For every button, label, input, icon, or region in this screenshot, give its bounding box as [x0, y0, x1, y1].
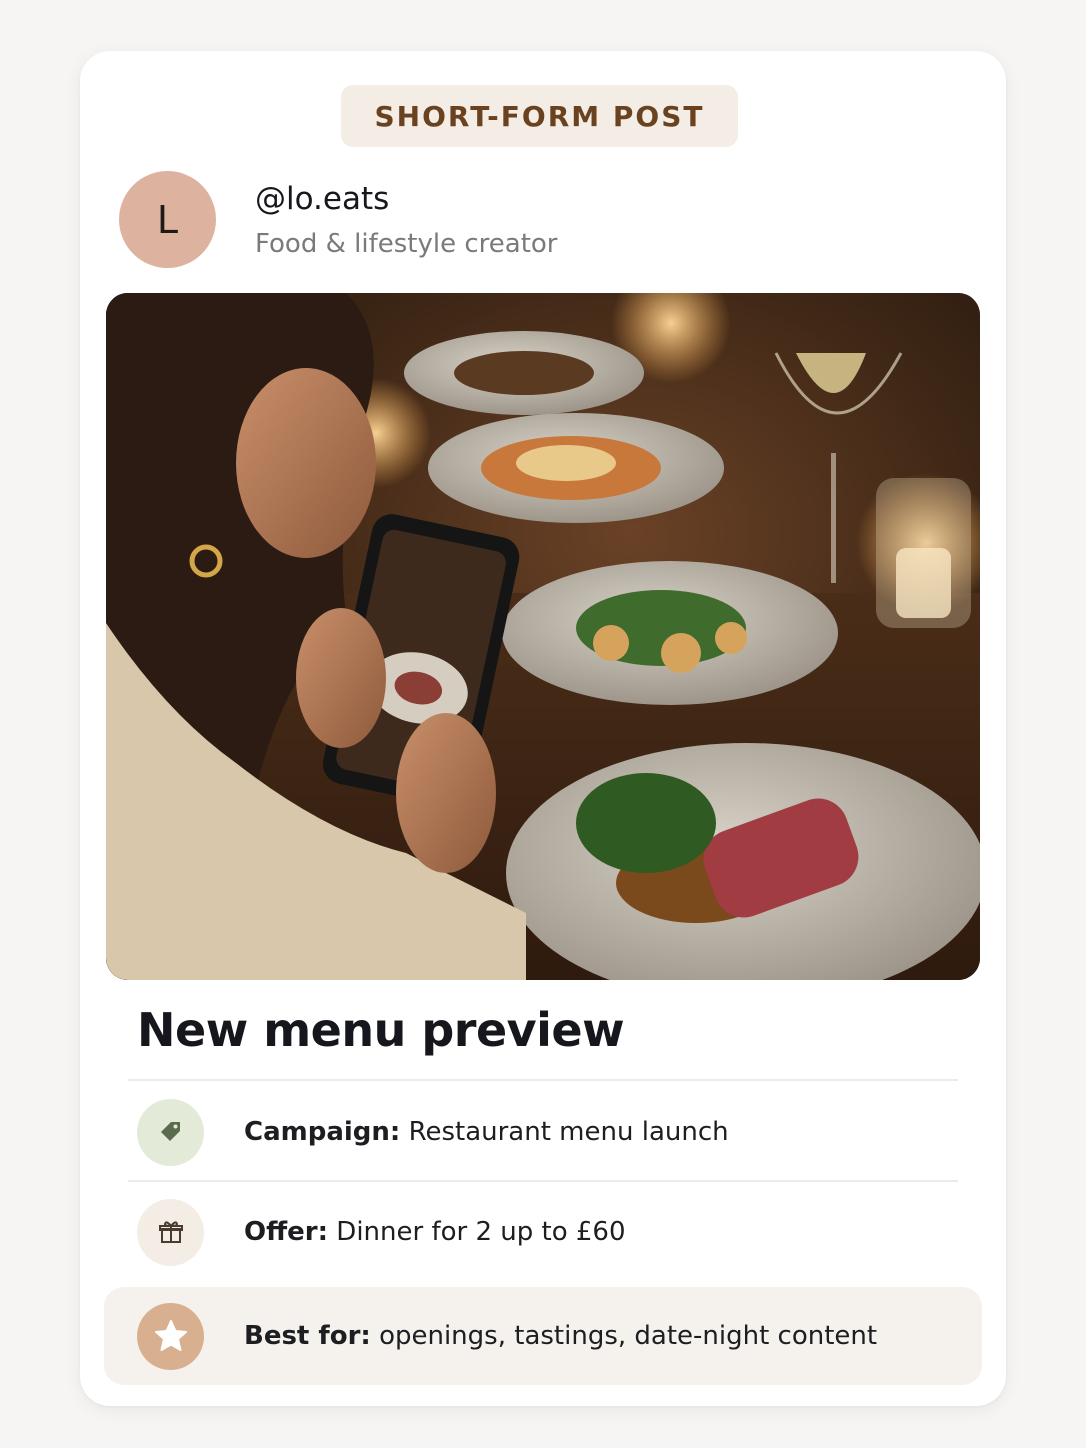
creator-role: Food & lifestyle creator [255, 229, 558, 259]
post-card: SHORT-FORM POST L @lo.eats Food & lifest… [80, 51, 1006, 1406]
star-icon [137, 1302, 204, 1370]
divider [128, 1180, 958, 1182]
best-for-value: openings, tastings, date-night content [370, 1321, 878, 1351]
offer-text: Offer: Dinner for 2 up to £60 [244, 1217, 626, 1247]
creator-handle[interactable]: @lo.eats [255, 181, 389, 217]
offer-label: Offer: [244, 1217, 329, 1247]
tag-icon [137, 1098, 204, 1166]
divider [128, 1079, 958, 1081]
avatar[interactable]: L [119, 171, 216, 268]
post-type-badge: SHORT-FORM POST [341, 85, 738, 147]
detail-row-campaign: Campaign: Restaurant menu launch [128, 1083, 958, 1181]
best-for-text: Best for: openings, tastings, date-night… [244, 1321, 877, 1351]
campaign-text: Campaign: Restaurant menu launch [244, 1117, 729, 1147]
post-title: New menu preview [137, 1003, 625, 1057]
restaurant-photo-illustration [106, 293, 980, 980]
offer-value: Dinner for 2 up to £60 [328, 1217, 626, 1247]
detail-row-offer: Offer: Dinner for 2 up to £60 [128, 1183, 958, 1281]
campaign-value: Restaurant menu launch [400, 1117, 729, 1147]
gift-icon [137, 1198, 204, 1266]
detail-row-best-for: Best for: openings, tastings, date-night… [104, 1287, 982, 1385]
best-for-label: Best for: [244, 1321, 371, 1351]
campaign-label: Campaign: [244, 1117, 401, 1147]
post-photo[interactable] [106, 293, 980, 980]
